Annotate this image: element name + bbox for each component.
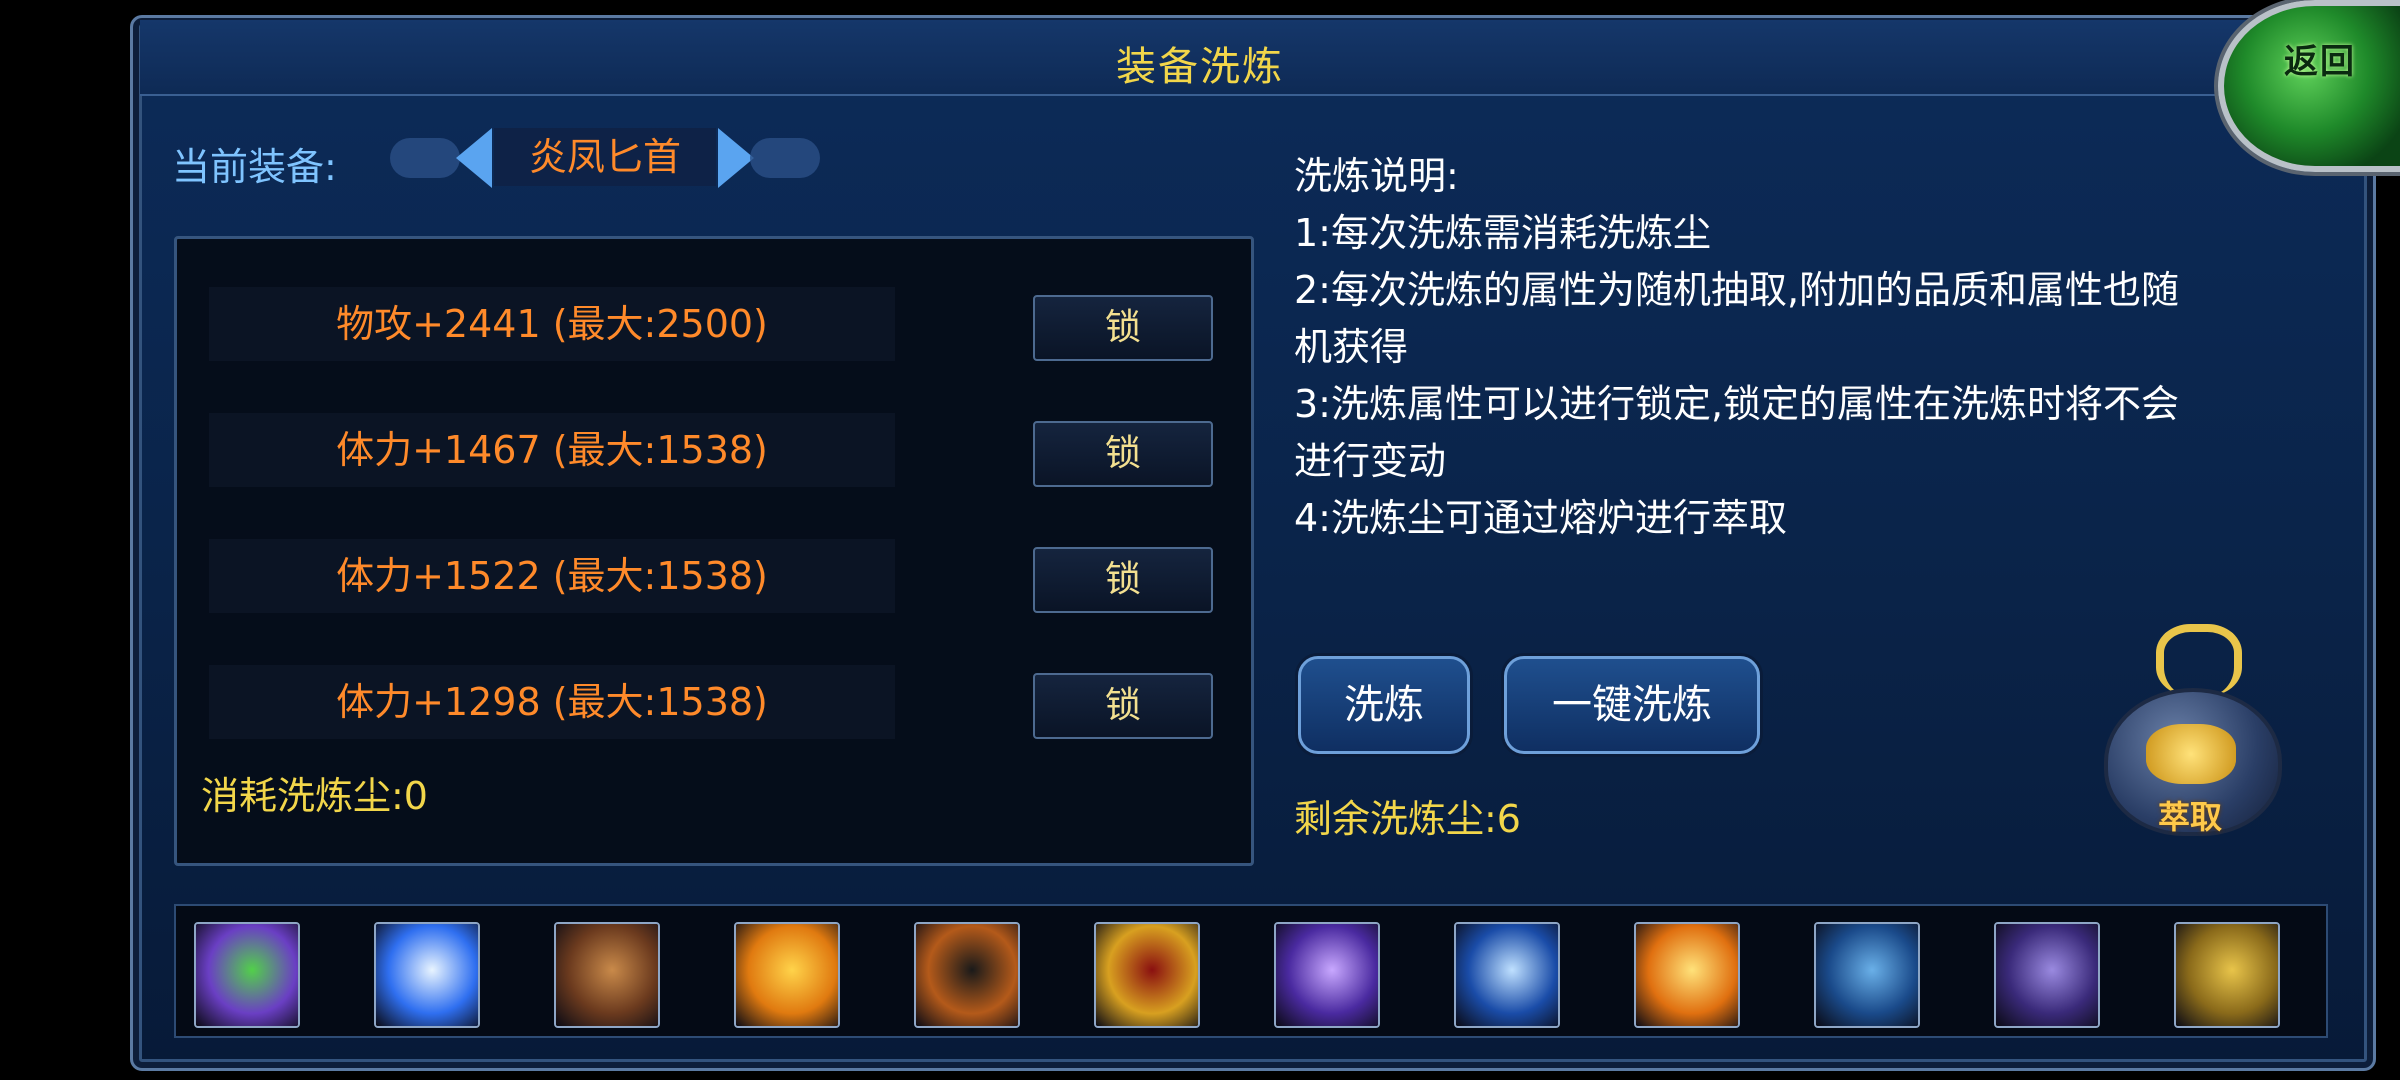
refine-button[interactable]: 洗炼 [1298, 656, 1470, 754]
back-button-label: 返回 [2284, 42, 2356, 82]
extract-button[interactable]: 萃取 [2086, 624, 2292, 842]
cloud-ornament-icon [750, 138, 820, 178]
stat-row-4: 体力+1298 (最大:1538) [209, 665, 895, 739]
lock-button-2[interactable]: 锁 [1033, 421, 1213, 487]
one-click-refine-button[interactable]: 一键洗炼 [1504, 656, 1760, 754]
meditation-icon [2176, 924, 2278, 1026]
fire-body-icon [1636, 924, 1738, 1026]
stat-panel: 物攻+2441 (最大:2500) 锁 体力+1467 (最大:1538) 锁 … [174, 236, 1254, 866]
equipment-selector: 炎凤匕首 [390, 124, 820, 190]
skill-slot-3[interactable] [554, 922, 660, 1028]
description-item-3: 3:洗炼属性可以进行锁定,锁定的属性在洗炼时将不会 进行变动 [1294, 382, 2180, 483]
prev-equipment-arrow-icon[interactable] [456, 128, 492, 188]
description-item-2: 2:每次洗炼的属性为随机抽取,附加的品质和属性也随 机获得 [1294, 268, 2180, 369]
skill-slot-8[interactable] [1454, 922, 1560, 1028]
golden-shield-icon [736, 924, 838, 1026]
cauldron-ornament [2146, 724, 2236, 784]
description-heading: 洗炼说明: [1294, 154, 1459, 198]
remaining-dust-text: 剩余洗炼尘:6 [1294, 797, 1521, 841]
shadow-figure-icon [916, 924, 1018, 1026]
next-equipment-arrow-icon[interactable] [718, 128, 754, 188]
cloud-ornament-icon [390, 138, 460, 178]
stat-row-2: 体力+1467 (最大:1538) [209, 413, 895, 487]
skill-slot-5[interactable] [914, 922, 1020, 1028]
lock-button-1[interactable]: 锁 [1033, 295, 1213, 361]
blue-claw-icon [1456, 924, 1558, 1026]
purple-blade-icon [1276, 924, 1378, 1026]
description-item-1: 1:每次洗炼需消耗洗炼尘 [1294, 211, 1711, 255]
back-button[interactable]: 返回 [2218, 0, 2400, 172]
skill-slot-6[interactable] [1094, 922, 1200, 1028]
skill-bar [174, 904, 2328, 1038]
consume-dust-text: 消耗洗炼尘:0 [201, 774, 428, 818]
skill-slot-4[interactable] [734, 922, 840, 1028]
skill-slot-1[interactable] [194, 922, 300, 1028]
skill-slot-10[interactable] [1814, 922, 1920, 1028]
lock-button-3[interactable]: 锁 [1033, 547, 1213, 613]
description-item-4: 4:洗炼尘可通过熔炉进行萃取 [1294, 496, 1787, 540]
helmet-icon [556, 924, 658, 1026]
current-equipment-label: 当前装备: [172, 145, 337, 189]
skill-slot-11[interactable] [1994, 922, 2100, 1028]
extract-button-label: 萃取 [2158, 798, 2223, 836]
green-sword-icon [196, 924, 298, 1026]
skill-slot-2[interactable] [374, 922, 480, 1028]
lock-button-4[interactable]: 锁 [1033, 673, 1213, 739]
equipment-name: 炎凤匕首 [494, 128, 716, 186]
lightning-icon [376, 924, 478, 1026]
steam-icon [2156, 624, 2242, 696]
stat-row-1: 物攻+2441 (最大:2500) [209, 287, 895, 361]
red-slash-icon [1096, 924, 1198, 1026]
skill-slot-12[interactable] [2174, 922, 2280, 1028]
stat-row-3: 体力+1522 (最大:1538) [209, 539, 895, 613]
purple-strike-icon [1996, 924, 2098, 1026]
blue-giant-icon [1816, 924, 1918, 1026]
panel-title: 装备洗炼 [1116, 44, 1284, 90]
refine-description: 洗炼说明: 1:每次洗炼需消耗洗炼尘 2:每次洗炼的属性为随机抽取,附加的品质和… [1294, 148, 2324, 547]
skill-slot-9[interactable] [1634, 922, 1740, 1028]
skill-slot-7[interactable] [1274, 922, 1380, 1028]
